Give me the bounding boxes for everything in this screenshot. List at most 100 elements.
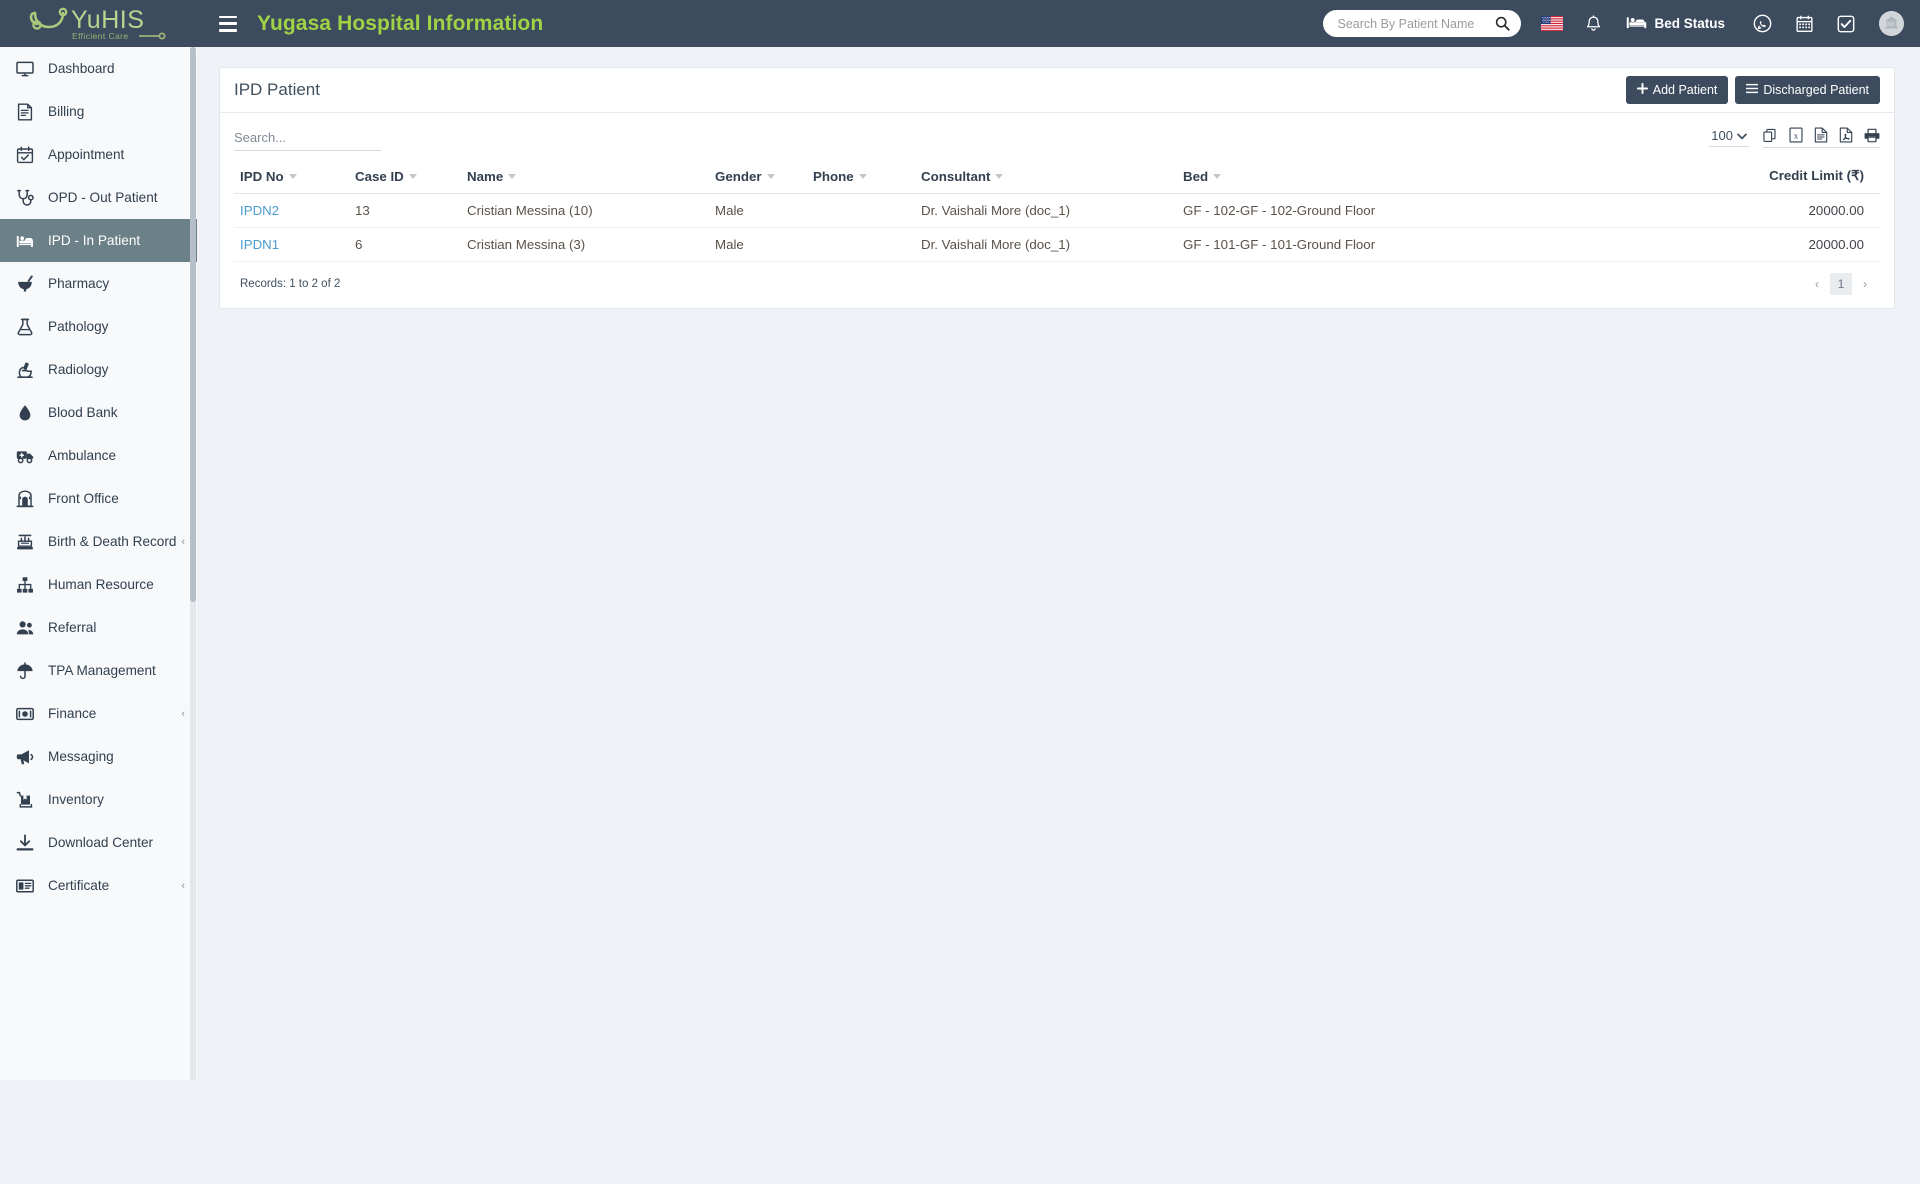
sort-caret-icon[interactable] xyxy=(995,174,1004,180)
export-buttons: x xyxy=(1763,127,1880,148)
patient-search-input[interactable] xyxy=(1337,16,1488,31)
pagination-prev[interactable]: ‹ xyxy=(1806,273,1828,295)
bed-status-button[interactable]: Bed Status xyxy=(1626,15,1725,33)
task-checkbox-icon[interactable] xyxy=(1837,15,1855,33)
bed-icon xyxy=(1626,15,1647,33)
excel-icon[interactable]: x xyxy=(1789,127,1803,143)
calendar-icon[interactable] xyxy=(1796,15,1813,33)
sort-caret-icon[interactable] xyxy=(288,174,297,180)
page-length-select[interactable]: 100 xyxy=(1709,128,1749,147)
app-logo[interactable]: YuHIS Efficient Care xyxy=(0,0,197,47)
umbrella-icon xyxy=(16,661,38,680)
chevron-left-icon[interactable]: ‹ xyxy=(181,536,185,548)
sidebar-item-label: Referral xyxy=(48,620,97,635)
sidebar-toggle-button[interactable] xyxy=(219,15,241,32)
csv-icon[interactable] xyxy=(1814,127,1828,143)
cell-credit-limit: 20000.00 xyxy=(1597,193,1880,228)
cell-ipd-no[interactable]: IPDN2 xyxy=(234,193,349,228)
yuhis-logo-icon: YuHIS Efficient Care xyxy=(29,6,165,41)
chevron-left-icon[interactable]: ‹ xyxy=(181,880,185,892)
mortar-pestle-icon xyxy=(16,274,38,293)
sidebar-item-referral[interactable]: Referral xyxy=(0,606,197,649)
datatable-controls: 100 xyxy=(234,127,1880,151)
main-content: IPD Patient Add Patient Discharged Patie… xyxy=(197,47,1920,1184)
add-patient-button[interactable]: Add Patient xyxy=(1625,76,1729,104)
ipd-no-link[interactable]: IPDN1 xyxy=(240,237,279,252)
column-header-bed[interactable]: Bed xyxy=(1177,159,1597,194)
ipd-no-link[interactable]: IPDN2 xyxy=(240,203,279,218)
global-search[interactable] xyxy=(1323,10,1522,37)
copy-icon[interactable] xyxy=(1763,128,1778,143)
sidebar-item-label: Certificate xyxy=(48,878,110,893)
page-title: IPD Patient xyxy=(234,80,320,99)
column-header-label: Case ID xyxy=(355,168,404,184)
sidebar-item-download-center[interactable]: Download Center xyxy=(0,821,197,864)
column-header-case-id[interactable]: Case ID xyxy=(349,159,461,194)
pagination-page-1[interactable]: 1 xyxy=(1830,273,1852,295)
sidebar-item-label: Dashboard xyxy=(48,61,115,76)
sidebar-item-finance[interactable]: Finance ‹ xyxy=(0,692,197,735)
column-header-gender[interactable]: Gender xyxy=(709,159,807,194)
sort-caret-icon[interactable] xyxy=(508,174,517,180)
users-icon xyxy=(16,619,38,637)
monitor-icon xyxy=(16,60,38,78)
sort-caret-icon[interactable] xyxy=(858,174,867,180)
cell-ipd-no[interactable]: IPDN1 xyxy=(234,227,349,262)
search-input[interactable] xyxy=(234,127,381,151)
hamburger-bar xyxy=(219,22,237,25)
pagination-next[interactable]: › xyxy=(1854,273,1876,295)
microscope-icon xyxy=(16,361,38,379)
column-header-phone[interactable]: Phone xyxy=(807,159,915,194)
sidebar-item-dashboard[interactable]: Dashboard xyxy=(0,47,197,90)
sidebar-item-appointment[interactable]: Appointment xyxy=(0,133,197,176)
sidebar-item-ambulance[interactable]: Ambulance xyxy=(0,434,197,477)
sidebar-item-radiology[interactable]: Radiology xyxy=(0,348,197,391)
sidebar-item-human-resource[interactable]: Human Resource xyxy=(0,563,197,606)
sort-caret-icon[interactable] xyxy=(408,174,417,180)
cell-gender: Male xyxy=(709,193,807,228)
sort-caret-icon[interactable] xyxy=(1213,174,1222,180)
sidebar-item-blood-bank[interactable]: Blood Bank xyxy=(0,391,197,434)
bed-status-label: Bed Status xyxy=(1654,16,1725,31)
sidebar-item-front-office[interactable]: Front Office xyxy=(0,477,197,520)
sidebar-item-messaging[interactable]: Messaging xyxy=(0,735,197,778)
pdf-icon[interactable] xyxy=(1839,127,1853,143)
sidebar-scrollbar-thumb[interactable] xyxy=(190,47,196,602)
svg-text:YuHIS: YuHIS xyxy=(71,6,144,34)
sidebar-item-pharmacy[interactable]: Pharmacy xyxy=(0,262,197,305)
card-header-actions: Add Patient Discharged Patient xyxy=(1625,76,1880,104)
datatable-search xyxy=(234,127,381,151)
sidebar-item-opd-out-patient[interactable]: OPD - Out Patient xyxy=(0,176,197,219)
search-icon[interactable] xyxy=(1495,16,1511,31)
column-header-ipd-no[interactable]: IPD No xyxy=(234,159,349,194)
column-header-consultant[interactable]: Consultant xyxy=(915,159,1177,194)
user-avatar[interactable] xyxy=(1879,11,1904,36)
main-sidebar: Dashboard Billing Appointment OPD - Out Pat… xyxy=(0,47,197,1080)
sidebar-item-ipd-in-patient[interactable]: IPD - In Patient xyxy=(0,219,197,262)
sidebar-item-inventory[interactable]: Inventory xyxy=(0,778,197,821)
column-header-label: Gender xyxy=(715,168,762,184)
us-flag-icon[interactable] xyxy=(1541,16,1564,31)
chevron-left-icon[interactable]: ‹ xyxy=(181,708,185,720)
notification-bell-icon[interactable] xyxy=(1585,14,1602,33)
sidebar-item-billing[interactable]: Billing xyxy=(0,90,197,133)
certificate-icon xyxy=(16,877,38,895)
whatsapp-icon[interactable] xyxy=(1753,14,1772,33)
column-header-name[interactable]: Name xyxy=(461,159,709,194)
hamburger-bar xyxy=(219,29,237,32)
sidebar-item-pathology[interactable]: Pathology xyxy=(0,305,197,348)
discharged-patient-label: Discharged Patient xyxy=(1763,83,1869,97)
sidebar-item-certificate[interactable]: Certificate ‹ xyxy=(0,864,197,907)
column-header-credit-limit[interactable]: Credit Limit (₹) xyxy=(1597,159,1880,194)
sitemap-icon xyxy=(16,576,38,594)
table-header-row: IPD No Case ID Name Gender Phone Consultant Be… xyxy=(234,159,1880,194)
sidebar-item-tpa-management[interactable]: TPA Management xyxy=(0,649,197,692)
flask-icon xyxy=(16,318,38,336)
sidebar-item-birth-death-record[interactable]: Birth & Death Record ‹ xyxy=(0,520,197,563)
discharged-patient-button[interactable]: Discharged Patient xyxy=(1735,76,1880,104)
pagination: ‹ 1 › xyxy=(1806,273,1876,295)
hamburger-bar xyxy=(219,15,237,18)
sidebar-item-label: Messaging xyxy=(48,749,114,764)
print-icon[interactable] xyxy=(1864,128,1880,143)
sort-caret-icon[interactable] xyxy=(766,174,775,180)
